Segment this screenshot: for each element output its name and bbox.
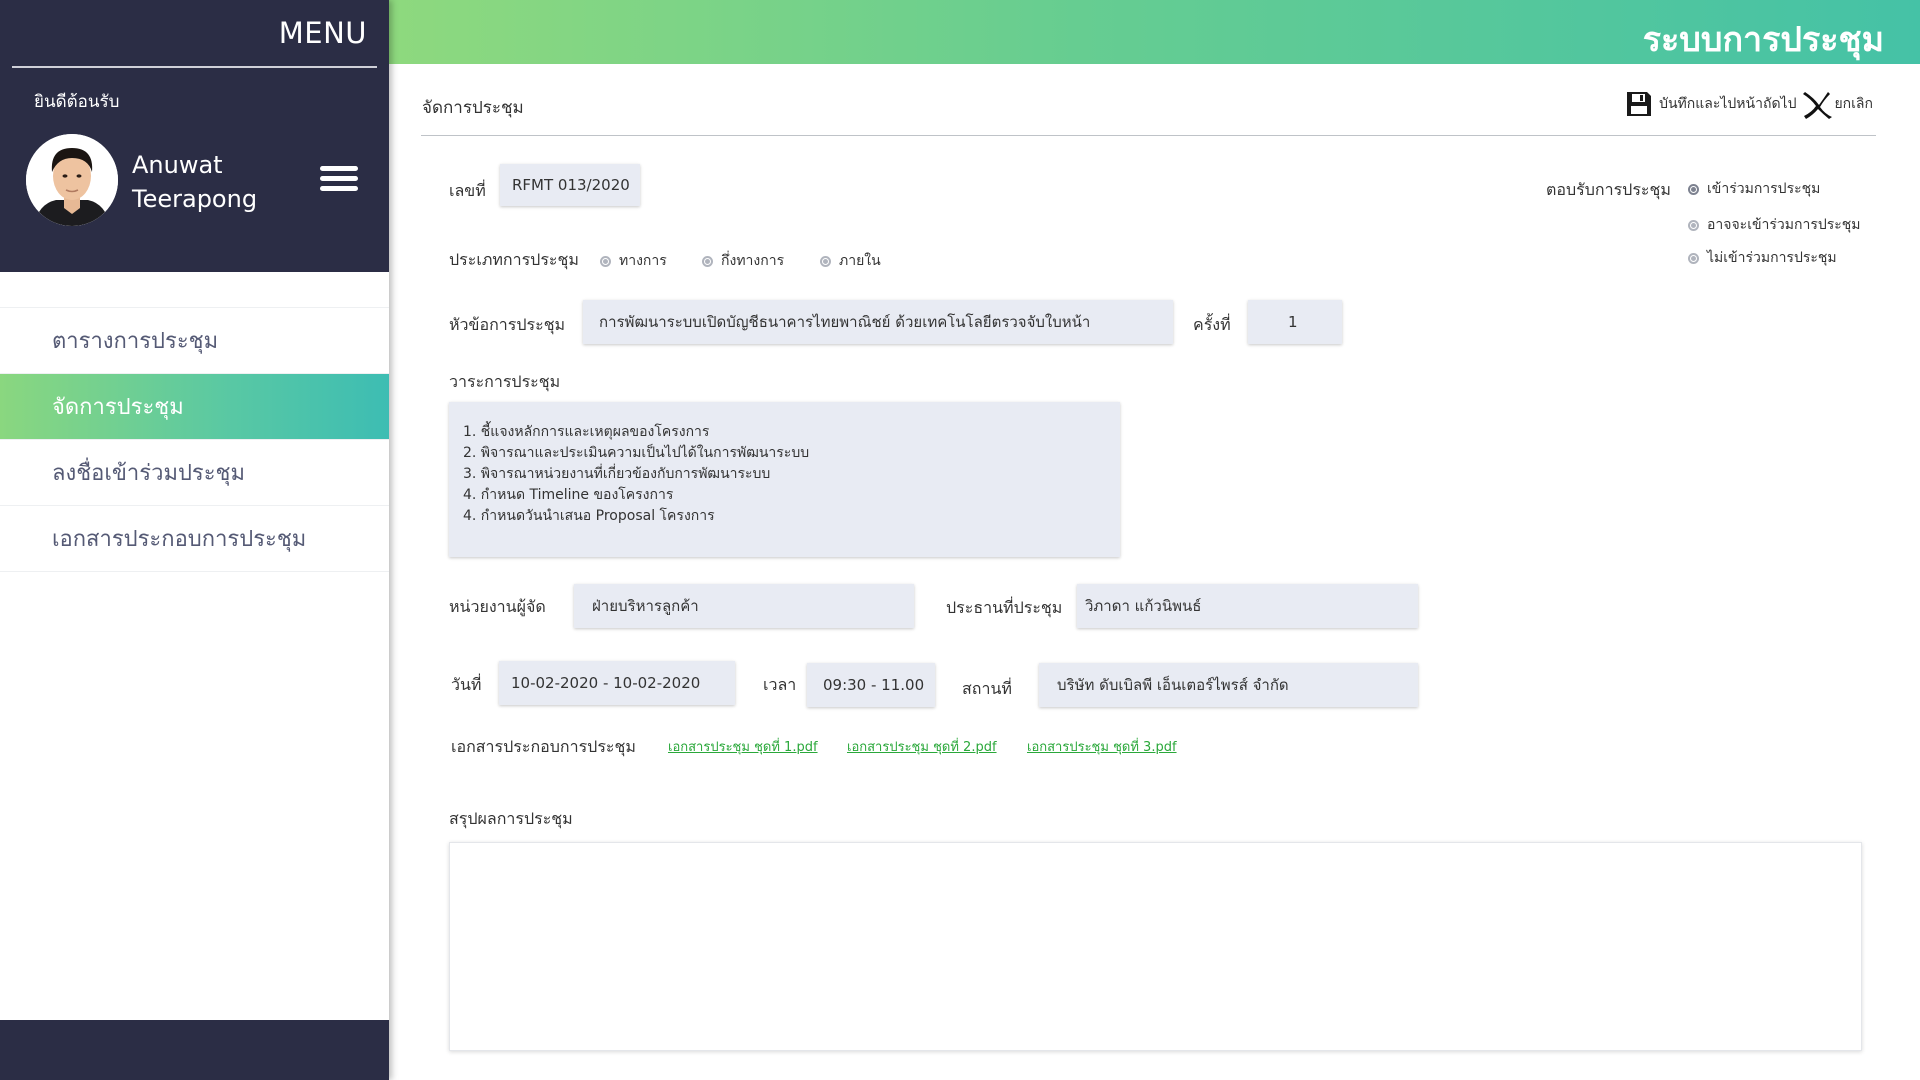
response-option-maybe[interactable]: อาจจะเข้าร่วมการประชุม	[1688, 214, 1861, 236]
meeting-type-internal[interactable]: ภายใน	[820, 250, 881, 272]
radio-selected-icon	[1688, 183, 1699, 195]
number-field[interactable]: RFMT 013/2020	[500, 164, 640, 206]
agenda-textarea[interactable]: 1. ชี้แจงหลักการและเหตุผลของโครงการ 2. พ…	[449, 402, 1120, 557]
agenda-item: 2. พิจารณาและประเมินความเป็นไปได้ในการพั…	[463, 445, 810, 461]
summary-label: สรุปผลการประชุม	[449, 809, 573, 828]
radio-icon	[1688, 252, 1699, 264]
organizer-label: หน่วยงานผู้จัด	[449, 597, 546, 616]
response-option-label: ไม่เข้าร่วมการประชุม	[1707, 250, 1837, 266]
welcome-text: ยินดีต้อนรับ	[34, 92, 120, 112]
topic-field[interactable]: การพัฒนาระบบเปิดบัญชีธนาคารไทยพาณิชย์ ด้…	[583, 300, 1173, 344]
response-option-attend[interactable]: เข้าร่วมการประชุม	[1688, 178, 1820, 200]
cancel-button[interactable]: ยกเลิก	[1802, 88, 1873, 120]
meeting-type-option-label: กึ่งทางการ	[721, 253, 785, 269]
time-field[interactable]: 09:30 - 11.00	[807, 663, 935, 707]
sidebar-nav: ตารางการประชุม จัดการประชุม ลงชื่อเข้าร่…	[0, 307, 389, 572]
time-label: เวลา	[763, 675, 797, 694]
document-link-1[interactable]: เอกสารประชุม ชุดที่ 1.pdf	[668, 736, 818, 757]
top-header-bar: ระบบการประชุม	[389, 0, 1920, 64]
meeting-type-formal[interactable]: ทางการ	[600, 250, 667, 272]
toolbar: บันทึกและไปหน้าถัดไป ยกเลิก	[1625, 88, 1873, 120]
sidebar-item-meeting-documents[interactable]: เอกสารประกอบการประชุม	[0, 506, 389, 572]
topic-label: หัวข้อการประชุม	[449, 315, 566, 334]
agenda-item: 1. ชี้แจงหลักการและเหตุผลของโครงการ	[463, 424, 710, 440]
user-photo	[26, 134, 118, 226]
date-label: วันที่	[451, 675, 482, 694]
document-link-3[interactable]: เอกสารประชุม ชุดที่ 3.pdf	[1027, 736, 1177, 757]
user-last-name: Teerapong	[132, 185, 258, 213]
meeting-type-semiformal[interactable]: กึ่งทางการ	[702, 250, 784, 272]
response-label: ตอบรับการประชุม	[1546, 180, 1671, 199]
save-next-label: บันทึกและไปหน้าถัดไป	[1659, 96, 1797, 112]
agenda-item: 4. กำหนด Timeline ของโครงการ	[463, 487, 674, 503]
organizer-field[interactable]: ฝ่ายบริหารลูกค้า	[574, 584, 914, 628]
menu-title: MENU	[278, 16, 367, 50]
number-label: เลขที่	[449, 181, 486, 200]
sidebar-item-meeting-schedule[interactable]: ตารางการประชุม	[0, 308, 389, 374]
hamburger-menu-icon[interactable]	[320, 166, 358, 192]
radio-icon	[600, 255, 611, 267]
sidebar-item-manage-meeting[interactable]: จัดการประชุม	[0, 374, 389, 440]
sidebar-item-attendance-signin[interactable]: ลงชื่อเข้าร่วมประชุม	[0, 440, 389, 506]
round-label: ครั้งที่	[1193, 315, 1231, 334]
response-option-decline[interactable]: ไม่เข้าร่วมการประชุม	[1688, 247, 1837, 269]
app-title: ระบบการประชุม	[1642, 20, 1884, 60]
meeting-type-option-label: ภายใน	[839, 253, 881, 269]
cancel-label: ยกเลิก	[1834, 96, 1873, 112]
summary-textarea[interactable]	[449, 842, 1862, 1051]
document-link-2[interactable]: เอกสารประชุม ชุดที่ 2.pdf	[847, 736, 997, 757]
chair-field[interactable]: วิภาดา แก้วนิพนธ์	[1077, 584, 1418, 628]
place-field[interactable]: บริษัท ดับเบิลพี เอ็นเตอร์ไพรส์ จำกัด	[1039, 663, 1418, 707]
place-label: สถานที่	[962, 679, 1012, 698]
meeting-type-label: ประเภทการประชุม	[449, 250, 579, 269]
agenda-item: 4. กำหนดวันนำเสนอ Proposal โครงการ	[463, 508, 715, 524]
chair-label: ประธานที่ประชุม	[946, 598, 1063, 617]
date-range-field[interactable]: 10-02-2020 - 10-02-2020	[499, 661, 735, 705]
response-option-label: อาจจะเข้าร่วมการประชุม	[1707, 217, 1861, 233]
radio-icon	[820, 255, 831, 267]
avatar	[26, 134, 118, 226]
header-divider	[421, 135, 1876, 136]
agenda-label: วาระการประชุม	[449, 372, 561, 391]
documents-label: เอกสารประกอบการประชุม	[451, 737, 636, 756]
sidebar-profile-panel: MENU ยินดีต้อนรับ Anuwat Teerapong	[0, 0, 389, 272]
radio-icon	[1688, 219, 1699, 231]
agenda-item: 3. พิจารณาหน่วยงานที่เกี่ยวข้องกับการพัฒ…	[463, 466, 771, 482]
save-icon	[1627, 92, 1652, 116]
sidebar: MENU ยินดีต้อนรับ Anuwat Teerapong ตาราง…	[0, 0, 389, 1080]
close-icon	[1803, 92, 1833, 119]
user-first-name: Anuwat	[132, 151, 223, 179]
page-title: จัดการประชุม	[422, 98, 524, 118]
round-field[interactable]: 1	[1248, 300, 1342, 344]
meeting-type-option-label: ทางการ	[619, 253, 667, 269]
menu-divider	[12, 66, 377, 68]
radio-icon	[702, 255, 713, 267]
save-next-button[interactable]: บันทึกและไปหน้าถัดไป	[1625, 90, 1796, 118]
user-name: Anuwat Teerapong	[132, 148, 257, 216]
response-option-label: เข้าร่วมการประชุม	[1707, 181, 1821, 197]
sidebar-footer	[0, 1020, 389, 1080]
